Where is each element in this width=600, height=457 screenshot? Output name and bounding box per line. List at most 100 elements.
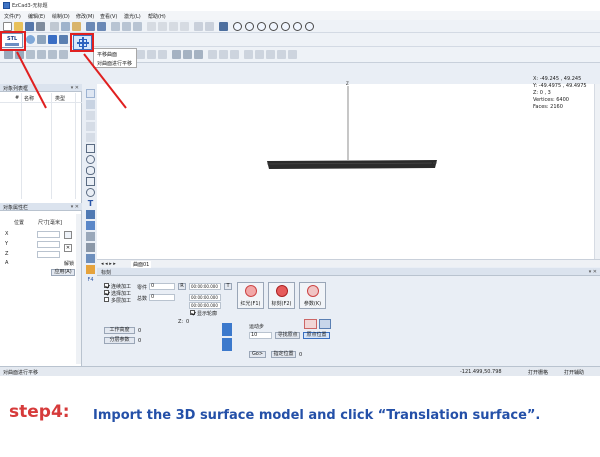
ellipse-tool-icon[interactable] [86, 166, 95, 175]
z-value: 0 [186, 319, 190, 325]
tab-surface01[interactable]: 曲面01 [131, 261, 152, 268]
reset-t-button[interactable]: T [224, 283, 232, 290]
faces-count: Faces: 2160 [533, 104, 563, 110]
intersect-icon[interactable] [255, 50, 264, 59]
origin-position-icon [304, 319, 317, 329]
show-outline-label: 显示轮廓 [197, 311, 218, 317]
position-label: 位置 [14, 220, 25, 226]
part-label: 零件 [137, 285, 148, 291]
params-icon [307, 285, 319, 297]
layer-params-value: 0 [138, 338, 142, 344]
offset-icon[interactable] [230, 50, 239, 59]
extend-axis-icon[interactable]: F4 [86, 276, 95, 285]
surface-model[interactable] [267, 160, 437, 169]
origin-position-button[interactable]: 原点位置 [303, 332, 330, 339]
coords-y: Y: -49.4975 , 49.4975 [533, 83, 587, 89]
apply-button[interactable]: 应用(A) [51, 269, 75, 276]
selected-checkbox[interactable] [104, 290, 109, 295]
annotation-arrows [16, 51, 127, 109]
lock-ratio-icon[interactable] [64, 231, 72, 239]
zoom-page-icon[interactable] [293, 22, 302, 31]
barcode-tool-icon[interactable] [86, 210, 95, 219]
props-scrollbar[interactable] [76, 214, 81, 364]
pin-icon[interactable]: ▾ ✕ [71, 204, 79, 210]
vector-file-tool-icon[interactable] [86, 232, 95, 241]
viewport-scrollbar[interactable] [594, 84, 600, 259]
time-field-2: 00:00:00.000 [189, 294, 221, 301]
mark-button[interactable]: 标刻(F2) [268, 282, 295, 309]
continuous-label: 连续加工 [111, 284, 132, 290]
move-up-button[interactable] [222, 323, 232, 336]
layer-params-button[interactable]: 分层参数 [104, 337, 135, 344]
output-port-icon[interactable] [86, 265, 95, 274]
text-tool-icon[interactable]: T [86, 199, 95, 208]
axis-z-label: Z [346, 81, 349, 86]
params-button[interactable]: 参数(K) [299, 282, 326, 309]
spiral-tool-icon[interactable] [86, 188, 95, 197]
break-icon[interactable] [277, 50, 286, 59]
zoom-selected-icon[interactable] [281, 22, 290, 31]
light-icon[interactable] [219, 22, 228, 31]
zoom-window-icon[interactable] [257, 22, 266, 31]
status-bar: 对曲面进行平移 -121.499,50.798 打开栅格 打开辅助 [0, 366, 600, 376]
zoom-previous-icon[interactable] [305, 22, 314, 31]
object-props-title: 对象属性栏 [3, 205, 29, 211]
status-coords: -121.499,50.798 [460, 369, 502, 375]
polygon-tool-icon[interactable] [86, 177, 95, 186]
close-icon[interactable]: ✕ [64, 244, 72, 252]
multilayer-checkbox[interactable] [104, 297, 109, 302]
status-grid[interactable]: 打开栅格 [528, 369, 548, 376]
zoom-out-icon[interactable] [245, 22, 254, 31]
zoom-in-icon[interactable] [233, 22, 242, 31]
size-y-field[interactable] [37, 241, 60, 248]
size-x-field[interactable] [37, 231, 60, 238]
input-port-icon[interactable] [86, 254, 95, 263]
status-guide[interactable]: 打开辅助 [564, 369, 584, 376]
join-icon[interactable] [288, 50, 297, 59]
total-label: 总数 [137, 296, 148, 302]
set-position-button[interactable]: 指定位置 [271, 351, 296, 358]
x-label: X [5, 231, 9, 237]
status-message: 对曲面进行平移 [3, 370, 39, 376]
set-position-value: 0 [299, 352, 303, 358]
weld-icon[interactable] [244, 50, 253, 59]
axis-position-icon [319, 319, 331, 329]
zoom-all-icon[interactable] [269, 22, 278, 31]
subtract-icon[interactable] [266, 50, 275, 59]
ezcad-window: EzCad3-无标题 文件(F) 编辑(E) 绘制(D) 修改(M) 查看(V)… [0, 0, 600, 376]
image-tool-icon[interactable] [86, 221, 95, 230]
size-z-field[interactable] [37, 251, 60, 258]
work-height-button[interactable]: 工作高度 [104, 327, 135, 334]
part-field[interactable]: 0 [149, 283, 175, 290]
find-origin-button[interactable]: 寻找原点 [275, 332, 300, 339]
multilayer-label: 多层加工 [111, 298, 132, 304]
trim-icon[interactable] [208, 50, 217, 59]
motion-step-field[interactable]: 10 [249, 332, 272, 339]
red-light-button[interactable]: 红光(F1) [237, 282, 264, 309]
goto-button[interactable]: Go> [249, 351, 266, 358]
arrow-to-translation [83, 53, 127, 109]
grid-icon[interactable] [205, 22, 214, 31]
move-down-button[interactable] [222, 338, 232, 351]
continuous-checkbox[interactable] [104, 283, 109, 288]
timer-tool-icon[interactable] [86, 243, 95, 252]
mark-label: 标刻(F2) [271, 301, 292, 307]
model-info: X: -49.245 , 49.245 Y: -49.4975 , 49.497… [533, 76, 587, 111]
tab-nav-arrows[interactable]: ◂ ◂ ▸ ▸ [101, 261, 116, 267]
show-outline-checkbox[interactable] [190, 310, 195, 315]
a-label: A [5, 260, 9, 266]
extend-icon[interactable] [219, 50, 228, 59]
coords-x: X: -49.245 , 49.245 [533, 76, 582, 82]
total-field[interactable]: 0 [149, 294, 175, 301]
coords-z: Z: 0 , 3 [533, 90, 551, 96]
unlock-label[interactable]: 解锁 [64, 260, 74, 267]
object-props-header: 对象属性栏 ▾ ✕ [0, 203, 82, 211]
marking-panel: 连续加工 选择加工 多层加工 零件 0 总数 0 R 00:00:00.000 … [97, 277, 600, 366]
axis-x-label: X [431, 161, 434, 166]
red-light-icon [245, 285, 257, 297]
z-label: Z [5, 251, 9, 257]
red-light-label: 红光(F1) [240, 301, 261, 307]
vertices-count: Vertices: 6400 [533, 97, 569, 103]
pin-icon[interactable]: ▾ ✕ [589, 269, 597, 275]
reset-r-button[interactable]: R [178, 283, 186, 290]
